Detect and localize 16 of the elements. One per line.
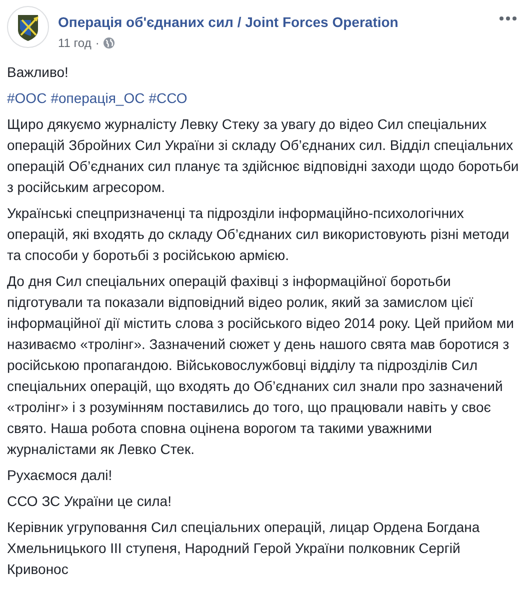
separator-dot: · xyxy=(95,35,100,52)
post-time-link[interactable]: 11 год xyxy=(58,34,92,52)
page-avatar-icon[interactable] xyxy=(7,6,49,48)
post-paragraph: Важливо! xyxy=(7,63,70,82)
page-name-link[interactable]: Операція об'єднаних сил / Joint Forces Operation xyxy=(58,13,398,31)
hashtag-link[interactable]: #операція_ОС xyxy=(50,88,145,109)
more-options-icon[interactable] xyxy=(499,16,517,21)
hashtag-link[interactable]: #ССО xyxy=(148,88,188,109)
globe-icon[interactable] xyxy=(103,37,116,49)
post-paragraph: ССО ЗС України це сила! xyxy=(7,492,172,511)
post-paragraph: До дня Сил спеціальних операцій фахівці з інформаційної боротьби підготували та показали відповідний відео ролик, який за замислом цієї інформаційної дії містить слова з російського відео 2014 року. Цей прийом ми називаємо «тролінг». Зазначений сюжет у день нашого свята мав боротися з російською пропагандою. Військовослужбовці відділу та підрозділів Сил спеціальних операцій, що входять до Об’єднаних сил знали про зазначений «тролінг» і з розумінням поставились до того, що працювали навіть у своє свято. Наша робота сповна оцінена ворогом та такими уважними журналістами як Левко Стек. xyxy=(7,272,515,459)
post-paragraph: Рухаємося далі! xyxy=(7,466,114,485)
hashtag-link[interactable]: #ООС xyxy=(7,88,47,109)
post-paragraph: Українські спецпризначенці та підрозділи інформаційно-психологічних операцій, які входять до складу Об’єднаних сил використовують різні методи та способи у боротьбі з російською армією. xyxy=(7,204,510,265)
post-paragraph: Керівник угруповання Сил спеціальних операцій, лицар Ордена Богдана Хмельницького ІІІ ступеня, Народний Герой України полковник Сергій Кривонос xyxy=(7,518,481,579)
post-paragraph: Щиро дякуємо журналісту Левку Стеку за увагу до відео Сил спеціальних операцій Збройних Сил України зі складу Об’єднаних сил. Відділ спеціальних операцій Об’єднаних сил планує та здійснює відповідні заходи щодо боротьби з російським агресором. xyxy=(7,115,519,197)
